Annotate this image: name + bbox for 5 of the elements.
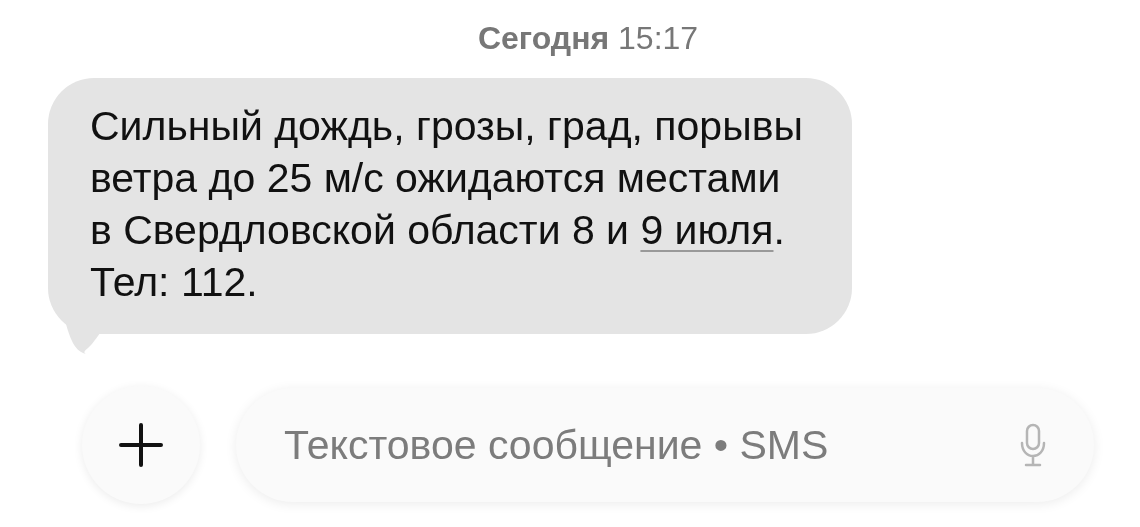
timestamp: Сегодня 15:17 [477,20,699,58]
message-input-field[interactable]: Текстовое сообщение • SMS [236,388,1094,502]
message-text: Сильный дождь, грозы, град, порывы ветра до 25 м/с ожидаются местами в Свердловской области 8 и 9 июля. Тел: 112. [90,102,804,307]
date-link[interactable]: 9 июля [640,207,774,253]
plus-icon [119,423,163,467]
